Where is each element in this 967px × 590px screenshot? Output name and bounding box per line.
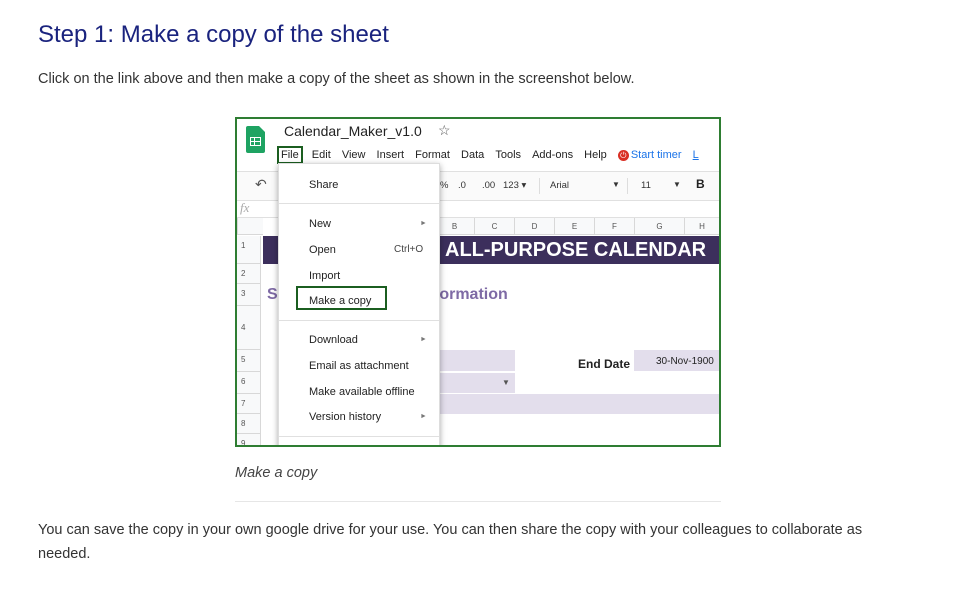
menu-item-offline: Make available offline [309, 386, 415, 398]
row-header: 1 [237, 236, 261, 264]
google-sheets-logo-icon [246, 126, 265, 153]
intro-paragraph: Click on the link above and then make a … [38, 71, 635, 87]
percent-button: % [440, 180, 449, 191]
toolbar-divider [627, 178, 628, 194]
banner-title: ALL-PURPOSE CALENDAR [445, 239, 707, 261]
menu-item-email: Email as attachment [309, 360, 409, 372]
chevron-down-icon: ▼ [612, 180, 620, 189]
file-menu-dropdown: Share New ► Open Ctrl+O Import Make a co… [278, 163, 440, 445]
decrease-decimal-button: .0 [458, 180, 466, 191]
chevron-right-icon: ► [420, 220, 427, 227]
screenshot-image: Calendar_Maker_v1.0 ☆ File Edit View Ins… [235, 117, 721, 447]
menu-item-download: Download [309, 334, 358, 346]
menu-item-open: Open [309, 244, 336, 256]
highlight-box [296, 286, 387, 310]
menu-divider [279, 203, 439, 204]
menu-data: Data [461, 149, 485, 161]
end-date-label: End Date [578, 357, 631, 371]
row-header: 5 [237, 350, 261, 372]
section-title-initial: S [267, 286, 278, 303]
number-format-label: 123 [503, 180, 519, 191]
undo-icon: ↶ [255, 176, 267, 192]
menu-help: Help [584, 149, 607, 161]
bold-button: B [696, 177, 705, 191]
menu-tools: Tools [495, 149, 522, 161]
column-header: D [514, 218, 554, 235]
font-size-select: 11 [641, 180, 651, 191]
menu-addons: Add-ons [532, 149, 574, 161]
timer-icon: ⏻ [617, 149, 629, 161]
menu-item-new: New [309, 218, 332, 230]
row-header: 3 [237, 284, 261, 306]
column-header: B [434, 218, 474, 235]
start-timer: ⏻ Start timer [617, 149, 682, 161]
column-header: E [554, 218, 594, 235]
number-format-button: 123 ▾ [503, 180, 527, 191]
menu-file: File [277, 146, 303, 164]
row-header: 4 [237, 306, 261, 350]
page-heading: Step 1: Make a copy of the sheet [38, 21, 389, 48]
menu-edit: Edit [311, 149, 331, 161]
menu-bar: File Edit View Insert Format Data Tools … [277, 146, 707, 164]
corner-cell [237, 218, 263, 235]
star-icon: ☆ [438, 122, 451, 138]
chevron-right-icon: ► [420, 413, 427, 420]
menu-item-version-history: Version history [309, 411, 382, 423]
input-cell [427, 350, 515, 371]
menu-trailing: L [692, 149, 699, 161]
column-header: G [634, 218, 684, 235]
fx-icon: fx [240, 200, 250, 215]
chevron-down-icon: ▼ [673, 180, 681, 189]
font-select: Arial [550, 180, 570, 191]
menu-item-import: Import [309, 270, 341, 282]
menu-view: View [341, 149, 366, 161]
menu-shortcut: Ctrl+O [394, 244, 424, 255]
caption-divider [235, 501, 721, 502]
row-header: 8 [237, 414, 261, 434]
outro-paragraph: You can save the copy in your own google… [38, 522, 863, 562]
input-cell [427, 394, 719, 414]
menu-divider [279, 436, 439, 437]
menu-item-share: Share [309, 179, 339, 191]
column-header: H [684, 218, 719, 235]
chevron-down-icon: ▼ [502, 378, 510, 387]
toolbar-divider [539, 178, 540, 194]
chevron-right-icon: ► [420, 336, 427, 343]
row-header: 6 [237, 372, 261, 394]
document-title: Calendar_Maker_v1.0 [284, 123, 422, 139]
column-header: C [474, 218, 514, 235]
start-timer-label: Start timer [630, 149, 682, 161]
menu-insert: Insert [376, 149, 405, 161]
section-title: formation [434, 286, 508, 303]
image-caption: Make a copy [235, 465, 318, 481]
column-header: F [594, 218, 634, 235]
row-header: 9 [237, 434, 261, 445]
row-header: 2 [237, 264, 261, 284]
increase-decimal-button: .00 [482, 180, 496, 191]
row-header: 7 [237, 394, 261, 414]
menu-format: Format [415, 149, 450, 161]
end-date-value: 30-Nov-1900 [656, 356, 714, 367]
menu-divider [279, 320, 439, 321]
